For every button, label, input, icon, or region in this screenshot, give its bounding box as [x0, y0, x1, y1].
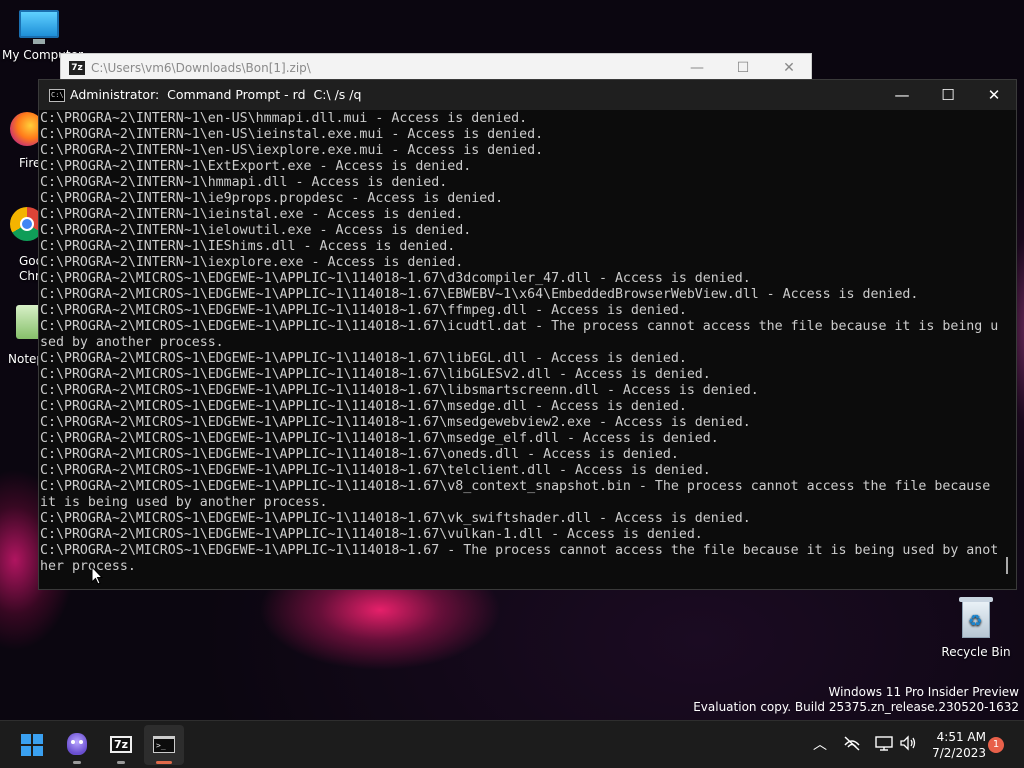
- taskbar-app-7zip[interactable]: 7z: [101, 725, 141, 765]
- console-line: C:\PROGRA~2\MICROS~1\EDGEWE~1\APPLIC~1\1…: [40, 479, 991, 494]
- minimize-button[interactable]: —: [879, 80, 925, 110]
- console-line: C:\PROGRA~2\INTERN~1\hmmapi.dll - Access…: [40, 175, 448, 190]
- chevron-up-icon[interactable]: ︿: [810, 735, 830, 755]
- network-offline-icon[interactable]: [842, 735, 862, 755]
- window-title: C:\Users\vm6\Downloads\Bon[1].zip\: [91, 61, 311, 75]
- computer-icon: [17, 10, 61, 46]
- start-button[interactable]: [12, 725, 52, 765]
- recycle-bin-icon: ♻: [959, 597, 993, 639]
- running-indicator: [117, 761, 125, 764]
- console-line: C:\PROGRA~2\MICROS~1\EDGEWE~1\APPLIC~1\1…: [40, 351, 687, 366]
- console-line: C:\PROGRA~2\INTERN~1\iexplore.exe - Acce…: [40, 255, 464, 270]
- taskbar-app-command-prompt[interactable]: >_: [144, 725, 184, 765]
- console-line: C:\PROGRA~2\INTERN~1\ExtExport.exe - Acc…: [40, 159, 472, 174]
- console-line: C:\PROGRA~2\MICROS~1\EDGEWE~1\APPLIC~1\1…: [40, 447, 679, 462]
- evaluation-watermark: Windows 11 Pro Insider Preview Evaluatio…: [693, 685, 1019, 715]
- purple-mascot-icon: [67, 733, 87, 755]
- taskbar: 7z >_ ︿ 4:51 AM 7/2/2023 1: [0, 720, 1024, 768]
- close-button[interactable]: ✕: [778, 58, 800, 78]
- close-button[interactable]: ✕: [971, 80, 1017, 110]
- maximize-button[interactable]: ☐: [925, 80, 971, 110]
- desktop-icon-label-chrome: Google Chrome: [19, 254, 39, 283]
- console-line: C:\PROGRA~2\INTERN~1\en-US\iexplore.exe.…: [40, 143, 544, 158]
- console-line: C:\PROGRA~2\MICROS~1\EDGEWE~1\APPLIC~1\1…: [40, 303, 687, 318]
- running-indicator: [73, 761, 81, 764]
- display-icon[interactable]: [874, 735, 894, 755]
- clock-date: 7/2/2023: [932, 746, 986, 760]
- 7zip-icon: 7z: [110, 736, 132, 753]
- console-line: C:\PROGRA~2\MICROS~1\EDGEWE~1\APPLIC~1\1…: [40, 511, 751, 526]
- minimize-button[interactable]: —: [686, 58, 708, 78]
- console-line: C:\PROGRA~2\MICROS~1\EDGEWE~1\APPLIC~1\1…: [40, 415, 751, 430]
- console-line: C:\PROGRA~2\INTERN~1\en-US\hmmapi.dll.mu…: [40, 111, 528, 126]
- system-clock[interactable]: 4:51 AM 7/2/2023: [926, 729, 986, 761]
- console-line: C:\PROGRA~2\MICROS~1\EDGEWE~1\APPLIC~1\1…: [40, 543, 999, 558]
- desktop-icon-label-firefox: Firefox: [19, 156, 39, 170]
- console-line: C:\PROGRA~2\MICROS~1\EDGEWE~1\APPLIC~1\1…: [40, 463, 711, 478]
- desktop-icon-label: Recycle Bin: [941, 645, 1011, 659]
- console-line: C:\PROGRA~2\MICROS~1\EDGEWE~1\APPLIC~1\1…: [40, 367, 711, 382]
- console-line: C:\PROGRA~2\INTERN~1\ielowutil.exe - Acc…: [40, 223, 472, 238]
- title-bar[interactable]: C:\ Administrator: Command Prompt - rd C…: [39, 80, 1016, 110]
- console-line: C:\PROGRA~2\MICROS~1\EDGEWE~1\APPLIC~1\1…: [40, 383, 759, 398]
- console-line: C:\PROGRA~2\MICROS~1\EDGEWE~1\APPLIC~1\1…: [40, 399, 687, 414]
- console-line: C:\PROGRA~2\MICROS~1\EDGEWE~1\APPLIC~1\1…: [40, 431, 719, 446]
- vertical-scrollbar[interactable]: [999, 110, 1016, 588]
- cmd-app-icon: C:\: [49, 89, 65, 102]
- maximize-button[interactable]: ☐: [732, 58, 754, 78]
- console-line: C:\PROGRA~2\INTERN~1\ie9props.propdesc -…: [40, 191, 504, 206]
- watermark-build: Evaluation copy. Build 25375.zn_release.…: [693, 700, 1019, 714]
- 7zip-app-icon: 7z: [69, 61, 85, 75]
- console-line: it is being used by another process.: [40, 495, 328, 510]
- command-prompt-window[interactable]: C:\ Administrator: Command Prompt - rd C…: [38, 79, 1017, 590]
- console-line: C:\PROGRA~2\INTERN~1\IEShims.dll - Acces…: [40, 239, 456, 254]
- volume-icon[interactable]: [898, 735, 918, 755]
- active-indicator: [156, 761, 172, 764]
- taskbar-app-mascot[interactable]: [57, 725, 97, 765]
- notification-badge[interactable]: 1: [988, 737, 1004, 753]
- console-line: C:\PROGRA~2\MICROS~1\EDGEWE~1\APPLIC~1\1…: [40, 319, 999, 334]
- console-line: C:\PROGRA~2\MICROS~1\EDGEWE~1\APPLIC~1\1…: [40, 527, 703, 542]
- clock-time: 4:51 AM: [936, 730, 986, 744]
- mouse-cursor-icon: [91, 565, 104, 585]
- desktop-icon-recycle-bin[interactable]: ♻ Recycle Bin: [936, 597, 1016, 659]
- console-line: her process.: [40, 559, 136, 574]
- console-line: C:\PROGRA~2\INTERN~1\en-US\ieinstal.exe.…: [40, 127, 544, 142]
- desktop-icon-label-notepad: Notepad++: [8, 352, 38, 366]
- watermark-edition: Windows 11 Pro Insider Preview: [828, 685, 1019, 699]
- terminal-icon: >_: [153, 736, 175, 753]
- console-line: sed by another process.: [40, 335, 224, 350]
- console-line: C:\PROGRA~2\MICROS~1\EDGEWE~1\APPLIC~1\1…: [40, 287, 919, 302]
- windows-logo-icon: [21, 734, 43, 756]
- console-line: C:\PROGRA~2\MICROS~1\EDGEWE~1\APPLIC~1\1…: [40, 271, 751, 286]
- window-title: Administrator: Command Prompt - rd C:\ /…: [70, 87, 362, 102]
- console-output[interactable]: C:\PROGRA~2\INTERN~1\en-US\hmmapi.dll.mu…: [40, 110, 1000, 588]
- scrollbar-thumb[interactable]: [1006, 557, 1008, 574]
- console-line: C:\PROGRA~2\INTERN~1\ieinstal.exe - Acce…: [40, 207, 464, 222]
